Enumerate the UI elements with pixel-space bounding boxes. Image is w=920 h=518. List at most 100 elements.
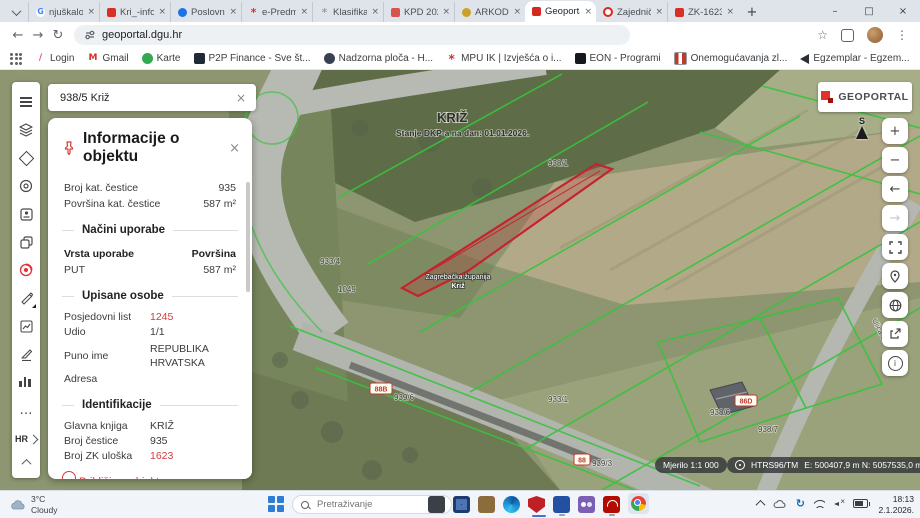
parcel-label: 1049 [338,285,356,294]
panel-scrollbar[interactable] [246,182,250,292]
map-viewport[interactable]: KRIŽ Stanje DKP-a na dan: 01.01.2026. Za… [0,70,920,490]
profile-avatar[interactable] [867,27,883,43]
measure-button[interactable] [15,286,37,310]
browser-menu-icon[interactable]: ⋮ [896,28,908,42]
chart-button[interactable] [15,314,37,338]
share-button[interactable] [882,321,908,347]
reload-button[interactable]: ↻ [48,25,68,45]
tab-close-icon[interactable]: × [87,7,95,17]
app-acrobat-icon[interactable] [603,496,620,516]
taskbar-clock[interactable]: 18:13 2.1.2026. [879,494,914,516]
north-arrow[interactable]: S [853,116,871,139]
battery-icon[interactable] [853,499,870,508]
tab-close-icon[interactable]: × [158,7,166,17]
tab-close-icon[interactable]: × [371,7,379,17]
more-tools-button[interactable]: … [15,398,37,422]
tab-zajednicki[interactable]: Zajednički× [596,2,667,22]
zoom-to-object-link[interactable]: Približi na objekt [48,476,252,479]
search-input[interactable] [58,90,236,105]
statistics-button[interactable] [15,370,37,394]
apps-grid-icon[interactable] [10,52,22,65]
tab-label: KPD 2025 [404,6,438,18]
menu-button[interactable] [15,90,37,114]
language-switcher[interactable]: HR [15,434,39,444]
bookmark-login[interactable]: / Login [35,53,75,64]
close-button[interactable]: × [886,0,920,22]
pushpin-icon[interactable] [62,141,76,155]
tab-close-icon[interactable]: × [442,7,450,17]
app-mcafee-icon[interactable] [528,496,545,513]
app-chrome-active[interactable] [531,493,649,517]
tab-search-button[interactable] [6,4,26,20]
panel-close-icon[interactable]: × [229,141,240,156]
tab-kri-info[interactable]: Kri_-info-t × [99,2,170,22]
forward-button[interactable]: → [28,25,48,45]
fullscreen-button[interactable] [882,234,908,260]
bookmark-star-icon[interactable]: ☆ [817,28,828,42]
tab-geoportal-active[interactable]: Geoportal × [525,1,596,22]
wifi-icon[interactable] [814,499,825,508]
tab-close-icon[interactable]: × [300,7,308,17]
back-button[interactable]: ← [8,25,28,45]
tab-close-icon[interactable]: × [584,7,592,17]
maximize-button[interactable]: □ [852,0,886,22]
history-forward-button[interactable]: → [882,205,908,231]
tab-kpd[interactable]: KPD 2025 × [383,2,454,22]
draw-button[interactable] [15,342,37,366]
bookmark-gmail[interactable]: M Gmail [87,53,128,64]
locate-button[interactable] [882,263,908,289]
posjedovni-list-link[interactable]: 1245 [150,310,236,325]
partially-visible-action-icon[interactable] [62,471,76,479]
view-button[interactable] [15,174,37,198]
layers-button[interactable] [15,118,37,142]
app-tiles-icon[interactable] [453,496,470,513]
app-edge-icon[interactable] [503,496,520,513]
weather-widget[interactable]: 3°C Cloudy [10,494,57,515]
zk-ulozak-link[interactable]: 1623 [150,449,236,464]
browser-extensions-icon[interactable] [841,28,854,42]
start-button[interactable] [268,496,284,512]
legend-button[interactable] [15,202,37,226]
bookmark-mpu[interactable]: * MPU IK | Izvješća o i... [446,53,561,65]
app-explorer-icon[interactable] [428,496,445,513]
tab-close-icon[interactable]: × [655,7,663,17]
clear-search-icon[interactable]: × [236,91,246,105]
sync-icon[interactable]: ↻ [796,497,805,510]
identify-tool-active[interactable] [15,258,37,282]
new-tab-button[interactable]: + [742,3,762,21]
tab-zk1623[interactable]: ZK-1623- × [667,2,738,22]
zoom-in-button[interactable]: + [882,118,908,144]
collapse-toolbar-button[interactable] [15,450,37,474]
geoportal-logo[interactable]: GEOPORTAL [818,82,912,112]
map-search-box[interactable]: × [48,84,256,111]
select-button[interactable] [15,146,37,170]
onedrive-cloud-icon[interactable] [773,499,787,509]
tray-expand-icon[interactable] [755,499,766,510]
app-briefcase-icon[interactable] [478,496,495,513]
bookmark-p2p[interactable]: P2P Finance - Sve št... [193,53,311,64]
tab-close-icon[interactable]: × [513,7,521,17]
tab-poslovni[interactable]: Poslovni p× [170,2,241,22]
basemap-button[interactable] [882,292,908,318]
tab-close-icon[interactable]: × [229,7,237,17]
bookmark-karte[interactable]: Karte [141,53,181,64]
app-office-icon[interactable] [553,496,570,516]
tab-close-icon[interactable]: × [726,7,734,17]
bookmark-egzemplar[interactable]: Egzemplar - Egzem... [800,53,910,64]
bookmark-onemogucavanja[interactable]: Onemogućavanja zl... [673,52,787,65]
history-back-button[interactable]: ← [882,176,908,202]
copy-button[interactable] [15,230,37,254]
volume-muted-icon[interactable] [834,497,845,509]
info-button[interactable]: i [882,350,908,376]
tab-njuskalo[interactable]: Gnjuškalo -× [28,2,99,22]
tab-arkod[interactable]: ARKOD Pr × [454,2,525,22]
taskbar-search-input[interactable] [315,498,429,511]
tab-klasifikacija[interactable]: * Klasifikacij× [312,2,383,22]
address-bar[interactable]: geoportal.dgu.hr [74,25,630,45]
bookmark-eon[interactable]: EON - Programi [574,53,661,64]
minimize-button[interactable]: – [818,0,852,22]
zoom-out-button[interactable]: − [882,147,908,173]
tab-epredmet[interactable]: * e-Predmet × [241,2,312,22]
app-people-icon[interactable] [578,496,595,513]
bookmark-nadzorna[interactable]: Nadzorna ploča - H... [323,53,433,64]
